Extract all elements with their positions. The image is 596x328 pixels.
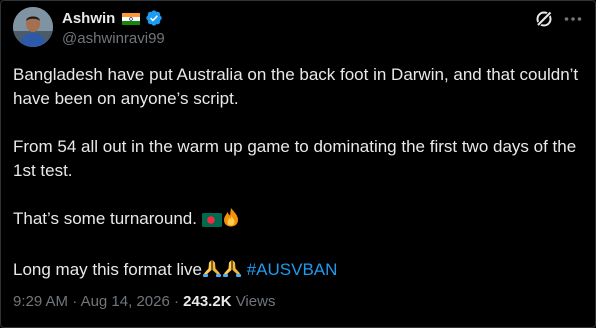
tweet-paragraph-2: From 54 all out in the warm up game to d… (13, 137, 577, 180)
india-flag-icon (122, 12, 141, 25)
folded-hands-icon (222, 258, 242, 285)
bangladesh-flag-icon (201, 210, 222, 234)
meta-separator: · (173, 293, 179, 310)
tweet-paragraph-1: Bangladesh have put Australia on the bac… (13, 65, 579, 108)
tweet-paragraph-3: That’s some turnaround. (13, 207, 583, 234)
tweet-meta: 9:29 AM · Aug 14, 2026 · 243.2K Views (13, 293, 275, 310)
avatar[interactable] (13, 7, 53, 47)
tweet-card: Ashwin @ashwinravi99 Bangladesh have put… (0, 0, 596, 328)
grok-icon[interactable] (534, 9, 554, 29)
folded-hands-icon (202, 258, 222, 285)
views-count: 243.2K (183, 293, 232, 310)
author-name-row: Ashwin (62, 8, 163, 28)
verified-badge-icon[interactable] (145, 9, 163, 27)
more-icon[interactable] (563, 9, 583, 29)
fire-icon (222, 207, 240, 234)
tweet-time[interactable]: 9:29 AM (13, 293, 68, 310)
tweet-text: Bangladesh have put Australia on the bac… (13, 63, 583, 285)
author-handle[interactable]: @ashwinravi99 (62, 30, 165, 47)
author-display-name[interactable]: Ashwin (62, 10, 115, 27)
tweet-paragraph-4: Long may this format live #AUSVBAN (13, 258, 583, 285)
views-label: Views (235, 293, 276, 310)
tweet-paragraph-3-text: That’s some turnaround. (13, 209, 197, 228)
tweet-date[interactable]: Aug 14, 2026 (81, 293, 170, 310)
meta-separator: · (72, 293, 78, 310)
tweet-paragraph-4-text: Long may this format live (13, 260, 202, 279)
hashtag-link[interactable]: #AUSVBAN (247, 260, 338, 279)
